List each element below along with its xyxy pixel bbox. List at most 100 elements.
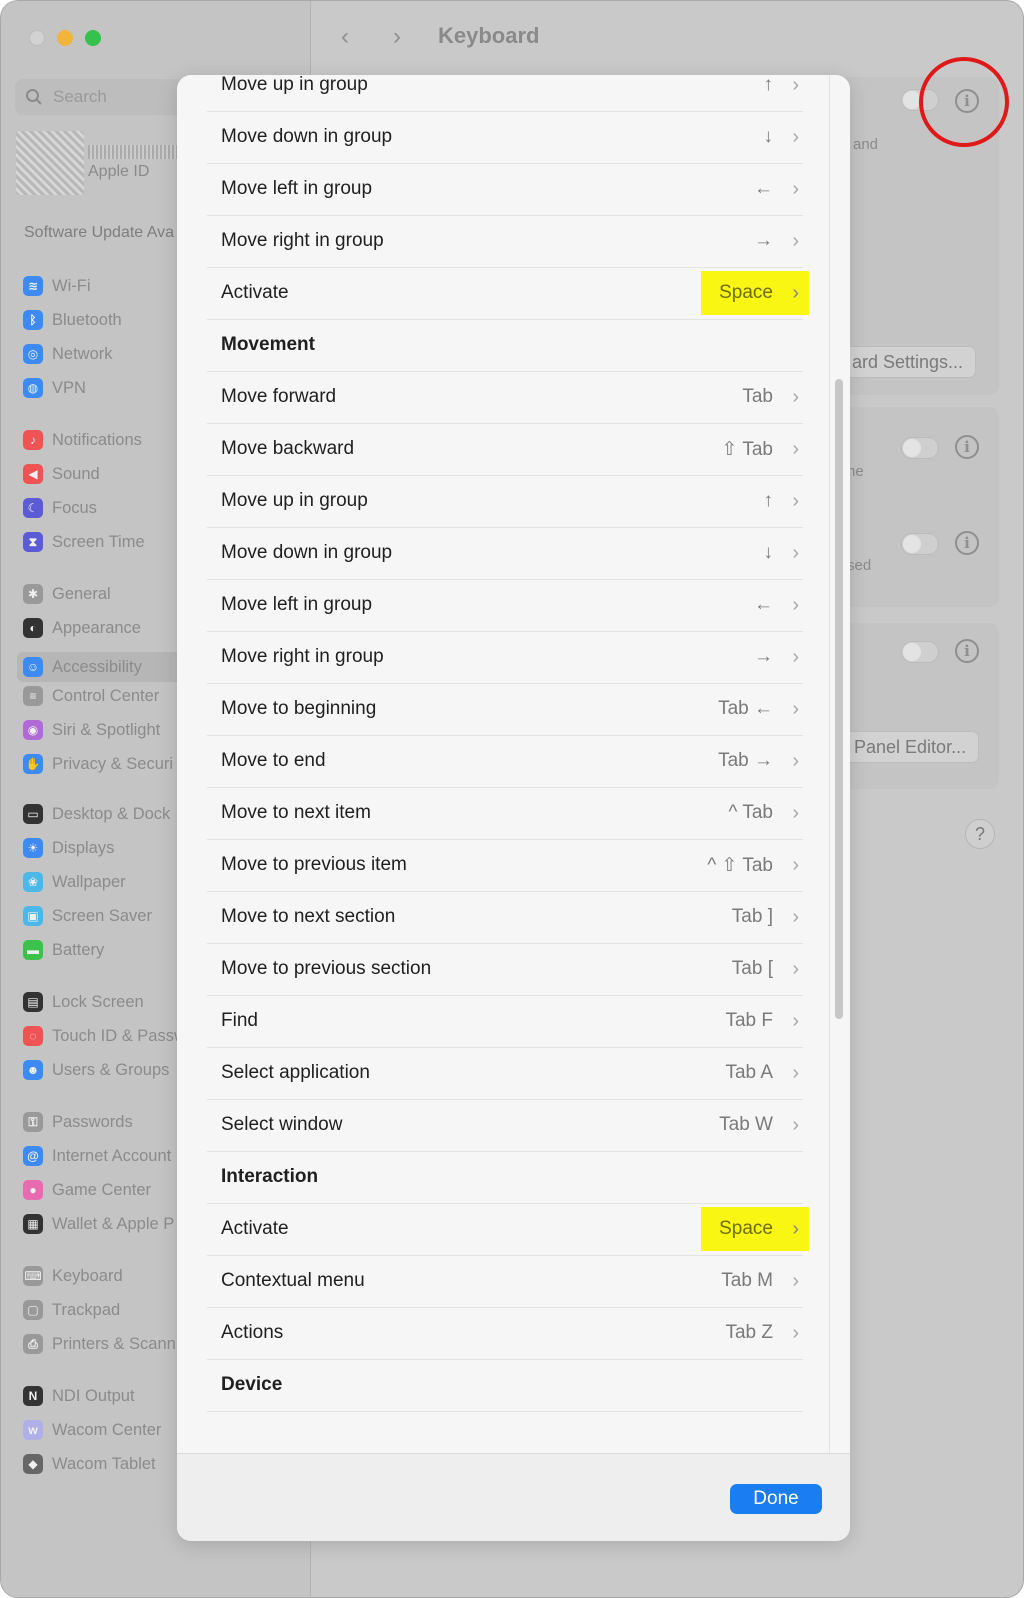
- sidebar-item-wallet-apple-p[interactable]: ▦ Wallet & Apple P: [23, 1214, 174, 1234]
- shortcut-row[interactable]: Move to previous item ^ ⇧ Tab ›: [207, 839, 803, 892]
- toggle-switch[interactable]: [901, 437, 939, 459]
- search-input[interactable]: Search: [53, 87, 107, 107]
- chevron-right-icon[interactable]: ›: [792, 802, 799, 825]
- done-button[interactable]: Done: [730, 1484, 822, 1514]
- help-button[interactable]: ?: [965, 819, 995, 849]
- chevron-right-icon[interactable]: ›: [792, 438, 799, 461]
- sidebar-item-passwords[interactable]: ⚿ Passwords: [23, 1112, 133, 1132]
- shortcut-row[interactable]: Move to beginning Tab ← ›: [207, 683, 803, 736]
- shortcut-row[interactable]: Move to next item ^ Tab ›: [207, 787, 803, 840]
- chevron-right-icon[interactable]: ›: [792, 542, 799, 565]
- sidebar-item-ndi-output[interactable]: N NDI Output: [23, 1386, 135, 1406]
- sidebar-item-battery[interactable]: ▬ Battery: [23, 940, 104, 960]
- shortcut-row[interactable]: Move down in group ↓ ›: [207, 527, 803, 580]
- sidebar-item-siri-spotlight[interactable]: ◉ Siri & Spotlight: [23, 720, 160, 740]
- info-icon[interactable]: i: [955, 639, 979, 663]
- shortcut-row[interactable]: Move to next section Tab ] ›: [207, 891, 803, 944]
- sidebar-item-screen-time[interactable]: ⧗ Screen Time: [23, 532, 145, 552]
- chevron-right-icon[interactable]: ›: [792, 1322, 799, 1345]
- shortcut-row[interactable]: Activate Space ›: [207, 1203, 809, 1256]
- shortcut-row[interactable]: Activate Space ›: [207, 267, 809, 320]
- shortcut-label: Activate: [221, 282, 289, 303]
- sidebar-item-wallpaper[interactable]: ❀ Wallpaper: [23, 872, 126, 892]
- maximize-window-button[interactable]: [85, 30, 101, 46]
- shortcut-row[interactable]: Select window Tab W ›: [207, 1099, 803, 1152]
- shortcut-row[interactable]: Actions Tab Z ›: [207, 1307, 803, 1360]
- info-icon[interactable]: i: [955, 531, 979, 555]
- sidebar-item-wacom-tablet[interactable]: ◆ Wacom Tablet: [23, 1454, 156, 1474]
- forward-arrow-icon[interactable]: ›: [393, 23, 401, 51]
- chevron-right-icon[interactable]: ›: [792, 594, 799, 617]
- shortcut-row[interactable]: Move right in group → ›: [207, 215, 803, 268]
- close-window-button[interactable]: [29, 30, 45, 46]
- sidebar-item-vpn[interactable]: ◍ VPN: [23, 378, 86, 398]
- shortcut-row[interactable]: Move left in group ← ›: [207, 163, 803, 216]
- chevron-right-icon[interactable]: ›: [792, 126, 799, 149]
- sidebar-item-desktop-dock[interactable]: ▭ Desktop & Dock: [23, 804, 170, 824]
- minimize-window-button[interactable]: [57, 30, 73, 46]
- shortcut-row[interactable]: Move to end Tab → ›: [207, 735, 803, 788]
- info-icon[interactable]: i: [955, 435, 979, 459]
- keyboard-settings-button[interactable]: ard Settings...: [839, 346, 977, 378]
- shortcut-row[interactable]: Find Tab F ›: [207, 995, 803, 1048]
- chevron-right-icon[interactable]: ›: [792, 698, 799, 721]
- shortcut-row[interactable]: Move up in group ↑ ›: [207, 75, 803, 112]
- scroll-track: [829, 75, 830, 1453]
- chevron-right-icon[interactable]: ›: [792, 958, 799, 981]
- sidebar-item-displays[interactable]: ☀ Displays: [23, 838, 114, 858]
- apple-id-item[interactable]: Apple ID: [16, 131, 180, 195]
- chevron-right-icon[interactable]: ›: [792, 1270, 799, 1293]
- sidebar-item-bluetooth[interactable]: ᛒ Bluetooth: [23, 310, 122, 330]
- sidebar-item-network[interactable]: ◎ Network: [23, 344, 113, 364]
- chevron-right-icon[interactable]: ›: [792, 1062, 799, 1085]
- sidebar-item-wi-fi[interactable]: ≋ Wi-Fi: [23, 276, 90, 296]
- shortcut-keys: Tab ←: [718, 698, 773, 719]
- chevron-right-icon[interactable]: ›: [792, 646, 799, 669]
- shortcut-row[interactable]: Move forward Tab ›: [207, 371, 803, 424]
- shortcut-row[interactable]: Move backward ⇧ Tab ›: [207, 423, 803, 476]
- chevron-right-icon[interactable]: ›: [792, 1218, 799, 1241]
- shortcut-row[interactable]: Move right in group → ›: [207, 631, 803, 684]
- toggle-switch[interactable]: [901, 641, 939, 663]
- shortcut-row[interactable]: Move up in group ↑ ›: [207, 475, 803, 528]
- sidebar-item-control-center[interactable]: ≡ Control Center: [23, 686, 159, 706]
- back-arrow-icon[interactable]: ‹: [341, 23, 349, 51]
- scrollbar[interactable]: [835, 379, 843, 1019]
- sidebar-item-general[interactable]: ✱ General: [23, 584, 111, 604]
- shortcut-row[interactable]: Select application Tab A ›: [207, 1047, 803, 1100]
- chevron-right-icon[interactable]: ›: [792, 854, 799, 877]
- chevron-right-icon[interactable]: ›: [792, 386, 799, 409]
- chevron-right-icon[interactable]: ›: [792, 750, 799, 773]
- sidebar-item-privacy-securi[interactable]: ✋ Privacy & Securi: [23, 754, 173, 774]
- sidebar-item-sound[interactable]: ◀ Sound: [23, 464, 100, 484]
- chevron-right-icon[interactable]: ›: [792, 230, 799, 253]
- shortcut-row[interactable]: Move down in group ↓ ›: [207, 111, 803, 164]
- chevron-right-icon[interactable]: ›: [792, 490, 799, 513]
- sidebar-item-wacom-center[interactable]: w Wacom Center: [23, 1420, 161, 1440]
- sidebar-item-keyboard[interactable]: ⌨ Keyboard: [23, 1266, 123, 1286]
- sidebar-item-lock-screen[interactable]: ▤ Lock Screen: [23, 992, 144, 1012]
- chevron-right-icon[interactable]: ›: [792, 282, 799, 305]
- chevron-right-icon[interactable]: ›: [792, 178, 799, 201]
- sidebar-item-trackpad[interactable]: ▢ Trackpad: [23, 1300, 120, 1320]
- shortcut-row[interactable]: Move left in group ← ›: [207, 579, 803, 632]
- sidebar-item-focus[interactable]: ☾ Focus: [23, 498, 97, 518]
- sidebar-item-printers-scann[interactable]: ⎙ Printers & Scann: [23, 1334, 176, 1354]
- sidebar-item-appearance[interactable]: ◐ Appearance: [23, 618, 141, 638]
- chevron-right-icon[interactable]: ›: [792, 1010, 799, 1033]
- toggle-switch[interactable]: [901, 533, 939, 555]
- sidebar-item-game-center[interactable]: ● Game Center: [23, 1180, 151, 1200]
- software-update-notice[interactable]: Software Update Ava: [24, 224, 174, 242]
- sidebar-item-users-groups[interactable]: ☻ Users & Groups: [23, 1060, 169, 1080]
- sidebar-item-label: Lock Screen: [52, 992, 144, 1011]
- sidebar-item-touch-id-passw[interactable]: ◌ Touch ID & Passw: [23, 1026, 186, 1046]
- sidebar-item-screen-saver[interactable]: ▣ Screen Saver: [23, 906, 152, 926]
- panel-editor-button[interactable]: Panel Editor...: [841, 731, 980, 763]
- sidebar-item-internet-account[interactable]: @ Internet Account: [23, 1146, 171, 1166]
- chevron-right-icon[interactable]: ›: [792, 906, 799, 929]
- sidebar-item-notifications[interactable]: ♪ Notifications: [23, 430, 142, 450]
- chevron-right-icon[interactable]: ›: [792, 75, 799, 97]
- shortcut-row[interactable]: Contextual menu Tab M ›: [207, 1255, 803, 1308]
- shortcut-row[interactable]: Move to previous section Tab [›: [207, 943, 803, 996]
- chevron-right-icon[interactable]: ›: [792, 1114, 799, 1137]
